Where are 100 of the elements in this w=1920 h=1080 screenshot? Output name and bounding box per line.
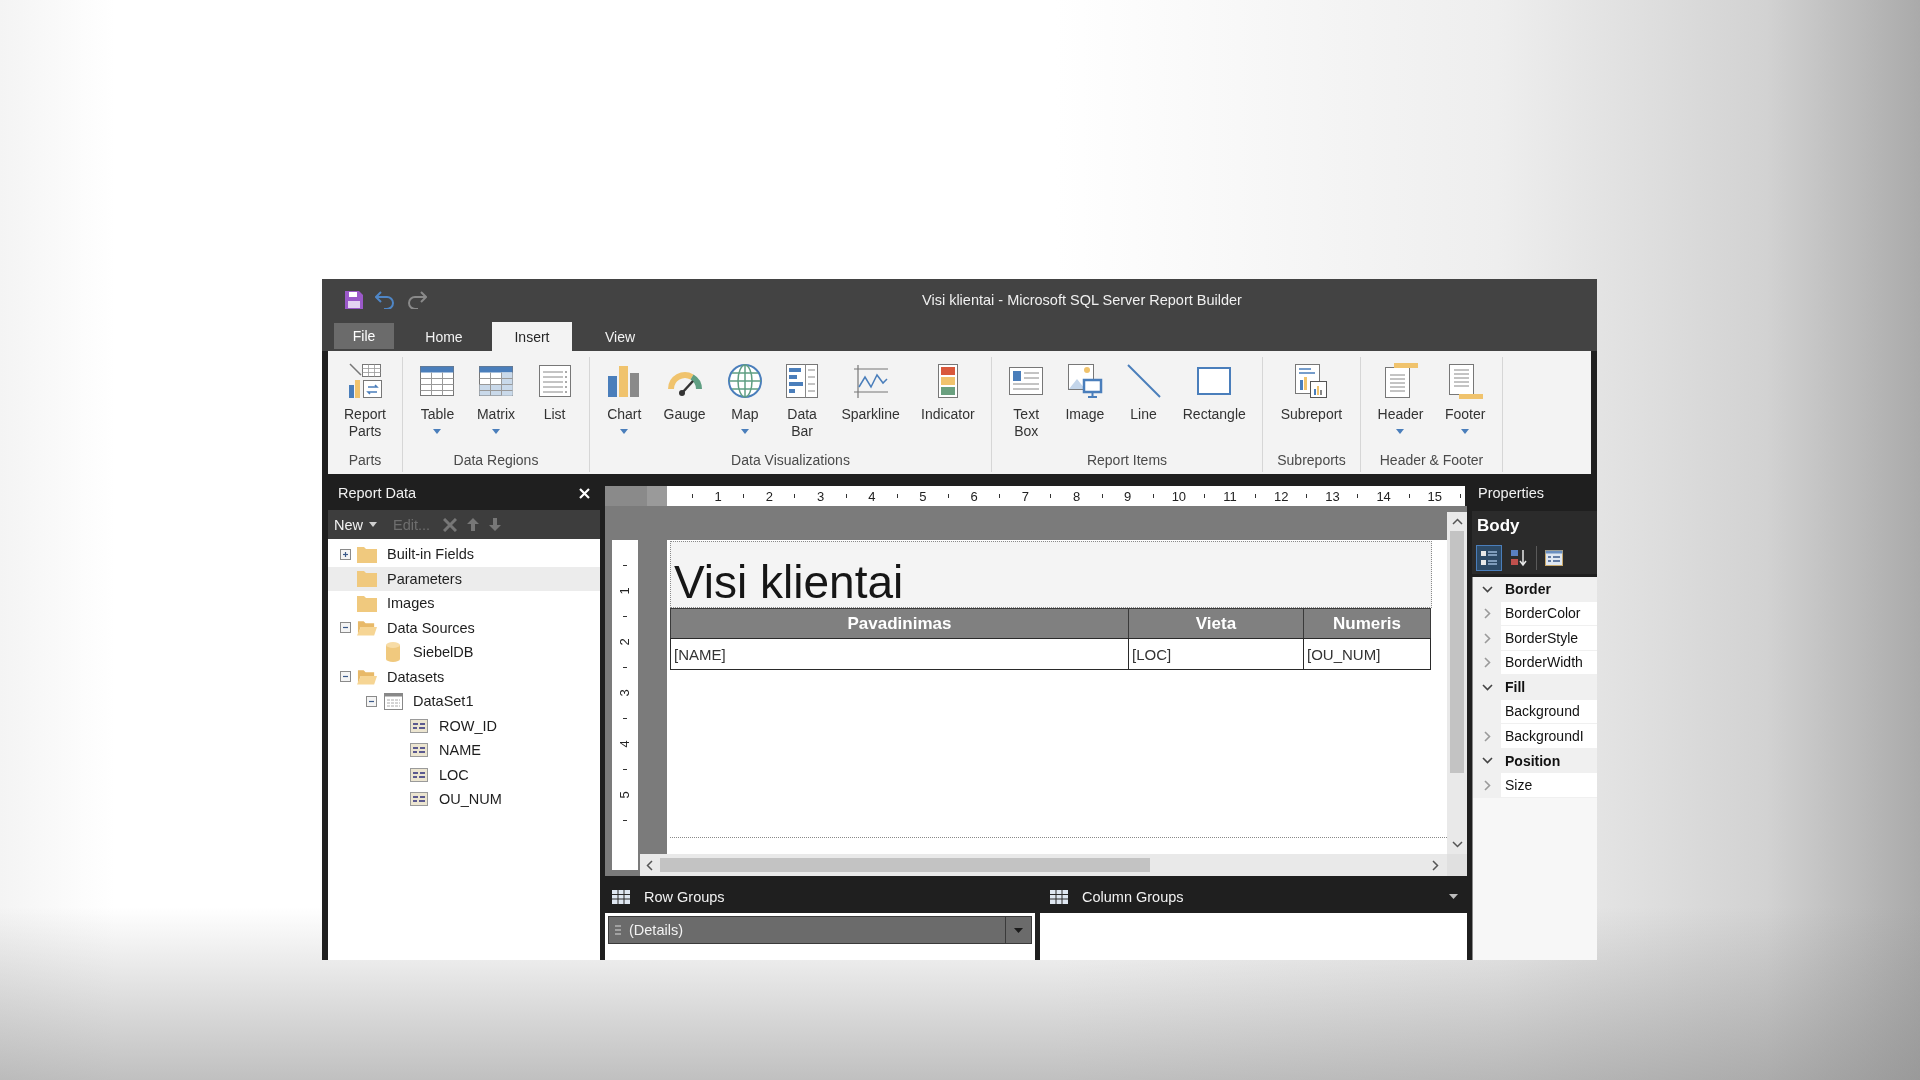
tree-item[interactable]: ROW_ID — [328, 713, 600, 738]
tree-item[interactable]: Datasets — [328, 664, 600, 689]
chevron-right-icon[interactable] — [1432, 859, 1439, 871]
header-button[interactable]: Header — [1372, 361, 1429, 436]
textbox-button[interactable]: Text Box — [1003, 361, 1050, 442]
indicator-button[interactable]: Indicator — [916, 361, 980, 425]
ruler-number: 6 — [969, 488, 979, 504]
close-icon[interactable] — [579, 487, 590, 499]
table-header-cell: Vieta — [1128, 608, 1304, 639]
ruler-number: 11 — [1222, 488, 1238, 504]
property-row[interactable]: Background — [1473, 699, 1597, 724]
expand-icon[interactable] — [339, 548, 351, 560]
tree-item[interactable]: OU_NUM — [328, 787, 600, 812]
footer-button[interactable]: Footer — [1440, 361, 1491, 436]
property-row[interactable]: BorderColor — [1473, 601, 1597, 626]
horizontal-scrollbar[interactable] — [640, 854, 1447, 876]
list-button[interactable]: List — [531, 361, 578, 425]
tree-item[interactable]: DataSet1 — [328, 689, 600, 714]
folder-icon — [357, 570, 377, 588]
property-row[interactable]: BackgroundI — [1473, 724, 1597, 749]
ruler-number: 9 — [1123, 488, 1133, 504]
gauge-button[interactable]: Gauge — [658, 361, 711, 425]
ribbon-group-label: Data Regions — [452, 451, 540, 470]
chevron-down-icon[interactable] — [1451, 841, 1463, 848]
field-icon — [410, 792, 428, 807]
matrix-button[interactable]: Matrix — [471, 361, 521, 436]
vertical-scrollbar[interactable] — [1447, 512, 1467, 854]
report-title[interactable]: Visi klientai — [670, 541, 1432, 608]
property-row[interactable]: BorderWidth — [1473, 650, 1597, 675]
table-button[interactable]: Table — [414, 361, 461, 436]
line-button[interactable]: Line — [1120, 361, 1167, 425]
open-folder-icon — [357, 619, 377, 637]
line-icon — [1125, 363, 1162, 399]
grid-icon — [1050, 889, 1068, 904]
collapse-icon[interactable] — [339, 671, 351, 683]
property-category[interactable]: Position — [1473, 748, 1597, 773]
ribbon-tab[interactable]: File — [334, 323, 394, 349]
rectangle-button[interactable]: Rectangle — [1177, 361, 1251, 425]
databar-button[interactable]: Data Bar — [779, 361, 826, 442]
caret-icon[interactable] — [1449, 894, 1458, 899]
field-icon — [410, 767, 428, 782]
chevron-left-icon[interactable] — [646, 859, 653, 871]
tree-item[interactable]: LOC — [328, 762, 600, 787]
ruler-number: 5 — [918, 488, 928, 504]
property-row[interactable]: BorderStyle — [1473, 626, 1597, 651]
ribbon-tab[interactable]: Home — [404, 322, 484, 351]
column-groups-label: Column Groups — [1082, 888, 1184, 905]
folder-icon — [357, 594, 377, 612]
tree-item[interactable]: Parameters — [328, 566, 600, 591]
undo-icon[interactable] — [375, 291, 395, 309]
collapse-icon[interactable] — [339, 622, 351, 634]
ribbon-tab[interactable]: Insert — [492, 322, 572, 351]
image-button[interactable]: Image — [1060, 361, 1110, 425]
property-category[interactable]: Border — [1473, 577, 1597, 602]
table-cell: [LOC] — [1128, 638, 1304, 670]
parts-button[interactable]: Report Parts — [339, 361, 391, 442]
tree-item[interactable]: Built-in Fields — [328, 542, 600, 567]
scrollbar-corner — [1447, 854, 1467, 876]
tree-item[interactable]: Data Sources — [328, 615, 600, 640]
group-dropdown[interactable]: (Details) — [608, 916, 1032, 944]
scroll-thumb[interactable] — [660, 858, 1150, 872]
toolbar-button[interactable]: New — [331, 514, 380, 535]
ruler-number: 12 — [1273, 488, 1290, 504]
property-category[interactable]: Fill — [1473, 675, 1597, 700]
open-folder-icon — [357, 668, 377, 686]
chevron-down-icon[interactable] — [1481, 683, 1493, 691]
selected-object-name: Body — [1472, 511, 1597, 541]
tree-item[interactable]: Images — [328, 591, 600, 616]
subreport-button[interactable]: Subreport — [1275, 361, 1348, 425]
ruler-number: 2 — [616, 638, 633, 646]
table-cell: [NAME] — [670, 638, 1129, 670]
chevron-down-icon[interactable] — [1481, 585, 1493, 593]
map-button[interactable]: Map — [721, 361, 768, 436]
folder-icon — [357, 545, 377, 563]
field-icon — [410, 743, 428, 758]
ruler-number: 1 — [616, 587, 633, 595]
ruler-number: 4 — [867, 488, 877, 504]
tree-item[interactable]: NAME — [328, 738, 600, 763]
chart-button[interactable]: Chart — [601, 361, 648, 436]
category-view-button[interactable] — [1476, 544, 1502, 571]
ruler-number: 4 — [616, 740, 633, 748]
ribbon-tab[interactable]: View — [580, 322, 660, 351]
chevron-up-icon[interactable] — [1451, 518, 1463, 525]
ruler-number: 3 — [616, 689, 633, 697]
sparkline-button[interactable]: Sparkline — [836, 361, 905, 425]
tree-item[interactable]: SiebelDB — [328, 640, 600, 665]
caret-icon — [1014, 927, 1023, 933]
ruler-number: 2 — [764, 488, 774, 504]
collapse-icon[interactable] — [365, 695, 377, 707]
field-icon — [410, 718, 428, 733]
ruler-number: 15 — [1426, 488, 1444, 504]
page-footer-icon — [1447, 363, 1484, 399]
ruler-number: 13 — [1324, 488, 1341, 504]
table-header-cell: Numeris — [1303, 608, 1431, 639]
ruler-number: 7 — [1020, 488, 1030, 504]
property-row[interactable]: Size — [1473, 773, 1597, 798]
scroll-thumb[interactable] — [1450, 531, 1464, 773]
chevron-down-icon[interactable] — [1481, 757, 1493, 765]
database-icon — [386, 642, 400, 663]
save-icon[interactable] — [345, 291, 363, 309]
